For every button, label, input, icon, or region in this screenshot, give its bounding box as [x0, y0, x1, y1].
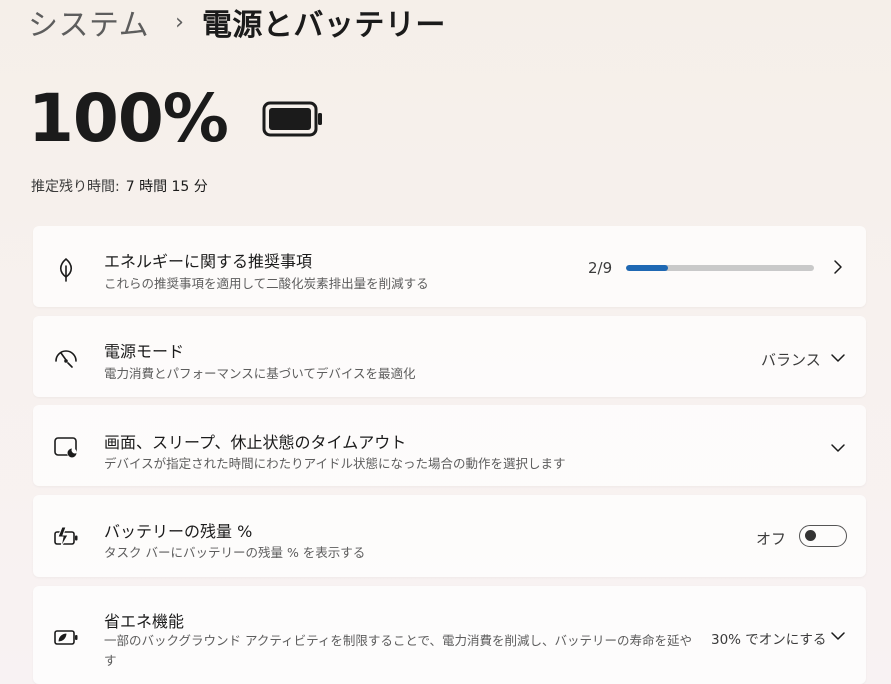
timeout-title: 画面、スリープ、休止状態のタイムアウト [104, 433, 407, 452]
battery-saver-icon [53, 624, 79, 650]
energy-saver-card[interactable]: 省エネ機能 一部のバックグラウンド アクティビティを制限することで、電力消費を削… [33, 586, 866, 684]
energy-saver-title: 省エネ機能 [104, 612, 185, 631]
toggle-knob [805, 530, 816, 541]
battery-percentage-title: バッテリーの残量 % [104, 522, 253, 541]
battery-percent: 100% [28, 79, 229, 157]
energy-saver-subtitle-line2: す [104, 653, 117, 668]
screen-sleep-icon [53, 434, 79, 460]
energy-saver-subtitle-line1: 一部のバックグラウンド アクティビティを制限することで、電力消費を削減し、バッテ… [104, 633, 692, 648]
chevron-right-icon [830, 259, 846, 275]
battery-charging-icon [53, 524, 79, 550]
breadcrumb-separator: › [175, 9, 184, 35]
page-title: 電源とバッテリー [201, 8, 446, 43]
battery-full-icon [262, 101, 324, 141]
battery-percentage-toggle[interactable] [799, 525, 847, 547]
power-mode-card[interactable]: 電源モード 電力消費とパフォーマンスに基づいてデバイスを最適化 バランス [33, 316, 866, 397]
timeout-card[interactable]: 画面、スリープ、休止状態のタイムアウト デバイスが指定された時間にわたりアイドル… [33, 405, 866, 486]
energy-recommendations-title: エネルギーに関する推奨事項 [104, 252, 313, 271]
recommendations-progress-fill [626, 265, 668, 271]
power-mode-dropdown[interactable]: バランス [761, 349, 821, 370]
energy-saver-dropdown[interactable]: 30% でオンにする [711, 628, 826, 648]
chevron-down-icon[interactable] [830, 628, 846, 644]
battery-percentage-card[interactable]: バッテリーの残量 % タスク バーにバッテリーの残量 % を表示する オフ [33, 495, 866, 577]
breadcrumb-system-link[interactable]: システム [28, 0, 149, 44]
power-mode-title: 電源モード [104, 342, 185, 361]
chevron-down-icon[interactable] [830, 440, 846, 456]
battery-percentage-subtitle: タスク バーにバッテリーの残量 % を表示する [104, 545, 366, 560]
recommendations-progress-bar [626, 265, 814, 271]
breadcrumb: システム › 電源とバッテリー [28, 0, 446, 44]
remaining-time: 推定残り時間: 7 時間 15 分 [31, 176, 208, 196]
remaining-time-label: 推定残り時間: [31, 179, 120, 195]
chevron-down-icon[interactable] [830, 350, 846, 366]
remaining-time-value: 7 時間 15 分 [125, 179, 208, 195]
power-mode-subtitle: 電力消費とパフォーマンスに基づいてデバイスを最適化 [104, 366, 416, 381]
battery-summary: 100% [28, 78, 324, 158]
leaf-icon [53, 256, 79, 282]
battery-percentage-toggle-state: オフ [756, 530, 787, 548]
energy-recommendations-card[interactable]: エネルギーに関する推奨事項 これらの推奨事項を適用して二酸化炭素排出量を削減する… [33, 226, 866, 307]
energy-recommendations-subtitle: これらの推奨事項を適用して二酸化炭素排出量を削減する [104, 276, 429, 291]
speedometer-icon [53, 344, 79, 370]
timeout-subtitle: デバイスが指定された時間にわたりアイドル状態になった場合の動作を選択します [104, 456, 566, 471]
recommendations-progress-count: 2/9 [588, 259, 613, 277]
